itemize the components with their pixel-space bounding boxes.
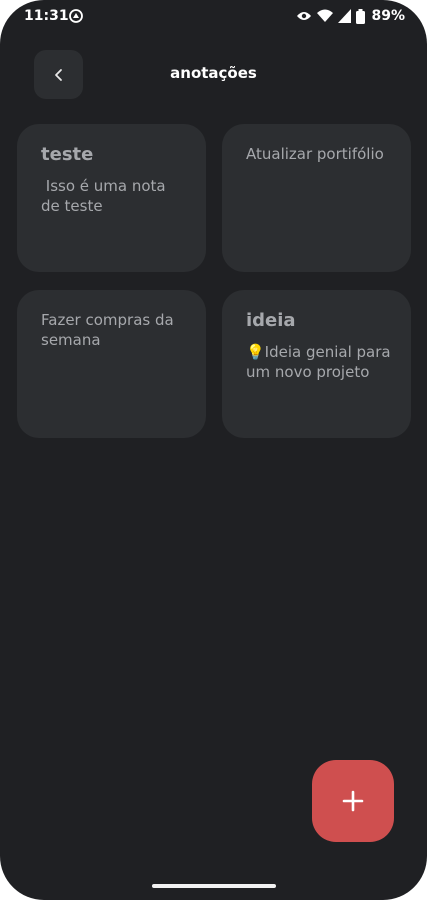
note-card[interactable]: Atualizar portifólio [222, 124, 411, 272]
battery-icon [356, 8, 366, 24]
note-card[interactable]: ideia 💡Ideia genial para um novo projeto [222, 290, 411, 438]
note-body: Isso é uma nota de teste [41, 177, 171, 215]
note-body: Atualizar portifólio [246, 145, 384, 163]
status-bar: 11:31 89% [0, 0, 427, 34]
eye-icon [297, 12, 312, 20]
note-card[interactable]: Fazer compras da semana [17, 290, 206, 438]
plus-icon [342, 790, 364, 812]
note-body: 💡Ideia genial para um novo projeto [246, 343, 396, 381]
add-note-button[interactable] [312, 760, 394, 842]
app-notification-icon [69, 9, 83, 23]
status-icons: 89% [296, 8, 405, 24]
page-title: anotações [170, 64, 257, 82]
battery-percent: 89% [371, 8, 405, 24]
status-time: 11:31 [24, 8, 69, 24]
note-title: ideia [246, 310, 296, 331]
wifi-icon [317, 9, 334, 22]
phone-screen: 11:31 89% anotações teste Isso é uma not… [0, 0, 427, 900]
note-card[interactable]: teste Isso é uma nota de teste [17, 124, 206, 272]
note-title: teste [41, 144, 94, 165]
note-body: Fazer compras da semana [41, 311, 179, 349]
signal-icon [338, 9, 352, 23]
home-indicator[interactable] [152, 884, 276, 888]
